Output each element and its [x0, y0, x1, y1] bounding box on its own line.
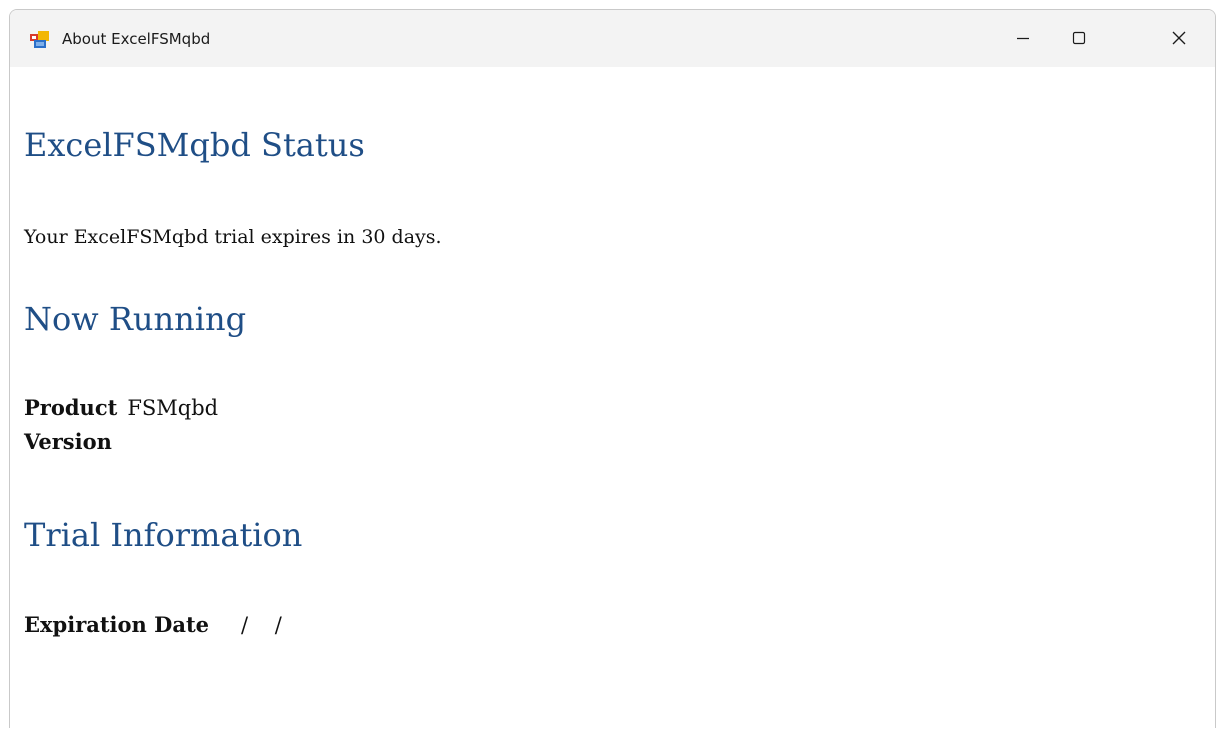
title-bar[interactable]: About ExcelFSMqbd	[10, 10, 1215, 67]
window-title: About ExcelFSMqbd	[62, 30, 211, 48]
trial-information-heading: Trial Information	[24, 516, 303, 554]
expiration-date-label: Expiration Date	[24, 612, 210, 637]
about-window: About ExcelFSMqbd ExcelFSMqbd Status You…	[9, 9, 1216, 728]
product-label: Product	[24, 395, 118, 420]
product-row: Product FSMqbd	[24, 395, 218, 420]
now-running-heading: Now Running	[24, 300, 247, 338]
version-row: Version	[24, 429, 112, 454]
minimize-icon	[1017, 37, 1029, 40]
minimize-button[interactable]	[995, 10, 1051, 67]
maximize-button[interactable]	[1051, 10, 1107, 67]
status-heading: ExcelFSMqbd Status	[24, 126, 365, 164]
close-icon	[1172, 31, 1186, 45]
expiration-date-value: / /	[241, 613, 282, 637]
maximize-icon	[1072, 31, 1086, 45]
version-label: Version	[24, 429, 112, 454]
about-content: ExcelFSMqbd Status Your ExcelFSMqbd tria…	[10, 67, 1215, 728]
application-icon	[30, 31, 49, 48]
product-value: FSMqbd	[127, 396, 219, 420]
expiration-row: Expiration Date / /	[24, 612, 282, 637]
close-button[interactable]	[1151, 10, 1207, 67]
trial-status-message: Your ExcelFSMqbd trial expires in 30 day…	[24, 226, 442, 248]
